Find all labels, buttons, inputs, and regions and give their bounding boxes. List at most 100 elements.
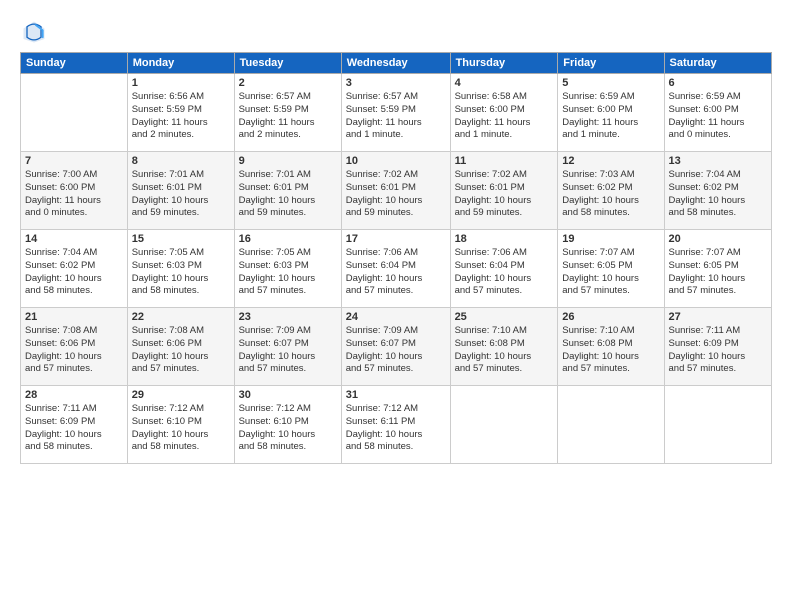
day-info: Sunrise: 7:06 AM Sunset: 6:04 PM Dayligh… bbox=[455, 247, 554, 298]
day-info: Sunrise: 7:04 AM Sunset: 6:02 PM Dayligh… bbox=[25, 247, 123, 298]
calendar-header-wednesday: Wednesday bbox=[341, 53, 450, 74]
calendar-cell: 29Sunrise: 7:12 AM Sunset: 6:10 PM Dayli… bbox=[127, 386, 234, 464]
calendar-cell: 6 Sunrise: 6:59 AM Sunset: 6:00 PM Daylig… bbox=[664, 74, 772, 152]
calendar-week-row: 21 Sunrise: 7:08 AM Sunset: 6:06 PM Dayli… bbox=[21, 308, 772, 386]
day-info: Sunrise: 7:02 AM Sunset: 6:01 PM Dayligh… bbox=[455, 169, 554, 220]
page: SundayMondayTuesdayWednesdayThursdayFrid… bbox=[0, 0, 792, 612]
calendar-cell: 10 Sunrise: 7:02 AM Sunset: 6:01 PM Dayli… bbox=[341, 152, 450, 230]
day-number: 17 bbox=[346, 233, 446, 245]
day-info: Sunrise: 7:03 AM Sunset: 6:02 PM Dayligh… bbox=[562, 169, 659, 220]
calendar-cell: 8 Sunrise: 7:01 AM Sunset: 6:01 PM Daylig… bbox=[127, 152, 234, 230]
day-number: 1 bbox=[132, 77, 230, 89]
calendar-week-row: 14 Sunrise: 7:04 AM Sunset: 6:02 PM Dayli… bbox=[21, 230, 772, 308]
day-info: Sunrise: 7:08 AM Sunset: 6:06 PM Dayligh… bbox=[132, 325, 230, 376]
day-number: 13 bbox=[669, 155, 768, 167]
calendar-cell: 24 Sunrise: 7:09 AM Sunset: 6:07 PM Dayli… bbox=[341, 308, 450, 386]
day-number: 22 bbox=[132, 311, 230, 323]
logo bbox=[20, 18, 52, 46]
day-info: Sunrise: 6:59 AM Sunset: 6:00 PM Dayligh… bbox=[562, 91, 659, 142]
day-number: 26 bbox=[562, 311, 659, 323]
day-number: 31 bbox=[346, 389, 446, 401]
calendar-cell: 26 Sunrise: 7:10 AM Sunset: 6:08 PM Dayli… bbox=[558, 308, 664, 386]
day-info: Sunrise: 6:57 AM Sunset: 5:59 PM Dayligh… bbox=[346, 91, 446, 142]
calendar-cell bbox=[450, 386, 558, 464]
day-info: Sunrise: 7:07 AM Sunset: 6:05 PM Dayligh… bbox=[669, 247, 768, 298]
day-info: Sunrise: 7:01 AM Sunset: 6:01 PM Dayligh… bbox=[132, 169, 230, 220]
calendar-cell: 25 Sunrise: 7:10 AM Sunset: 6:08 PM Dayli… bbox=[450, 308, 558, 386]
day-info: Sunrise: 6:58 AM Sunset: 6:00 PM Dayligh… bbox=[455, 91, 554, 142]
day-number: 8 bbox=[132, 155, 230, 167]
calendar-cell: 23 Sunrise: 7:09 AM Sunset: 6:07 PM Dayli… bbox=[234, 308, 341, 386]
calendar-cell: 16 Sunrise: 7:05 AM Sunset: 6:03 PM Dayli… bbox=[234, 230, 341, 308]
day-info: Sunrise: 7:05 AM Sunset: 6:03 PM Dayligh… bbox=[132, 247, 230, 298]
day-number: 29 bbox=[132, 389, 230, 401]
day-number: 14 bbox=[25, 233, 123, 245]
day-number: 28 bbox=[25, 389, 123, 401]
calendar-header-friday: Friday bbox=[558, 53, 664, 74]
calendar-cell: 1 Sunrise: 6:56 AM Sunset: 5:59 PM Daylig… bbox=[127, 74, 234, 152]
calendar-cell: 2 Sunrise: 6:57 AM Sunset: 5:59 PM Daylig… bbox=[234, 74, 341, 152]
day-number: 2 bbox=[239, 77, 337, 89]
calendar-week-row: 7 Sunrise: 7:00 AM Sunset: 6:00 PM Daylig… bbox=[21, 152, 772, 230]
day-info: Sunrise: 7:10 AM Sunset: 6:08 PM Dayligh… bbox=[562, 325, 659, 376]
day-number: 18 bbox=[455, 233, 554, 245]
day-number: 20 bbox=[669, 233, 768, 245]
calendar-cell: 7 Sunrise: 7:00 AM Sunset: 6:00 PM Daylig… bbox=[21, 152, 128, 230]
day-number: 6 bbox=[669, 77, 768, 89]
calendar-cell: 4 Sunrise: 6:58 AM Sunset: 6:00 PM Daylig… bbox=[450, 74, 558, 152]
day-number: 7 bbox=[25, 155, 123, 167]
calendar-week-row: 28Sunrise: 7:11 AM Sunset: 6:09 PM Dayli… bbox=[21, 386, 772, 464]
calendar-week-row: 1 Sunrise: 6:56 AM Sunset: 5:59 PM Daylig… bbox=[21, 74, 772, 152]
day-info: Sunrise: 7:01 AM Sunset: 6:01 PM Dayligh… bbox=[239, 169, 337, 220]
day-info: Sunrise: 6:57 AM Sunset: 5:59 PM Dayligh… bbox=[239, 91, 337, 142]
day-info: Sunrise: 7:09 AM Sunset: 6:07 PM Dayligh… bbox=[239, 325, 337, 376]
day-number: 10 bbox=[346, 155, 446, 167]
calendar-cell: 12 Sunrise: 7:03 AM Sunset: 6:02 PM Dayli… bbox=[558, 152, 664, 230]
day-info: Sunrise: 7:12 AM Sunset: 6:11 PM Dayligh… bbox=[346, 403, 446, 454]
day-number: 21 bbox=[25, 311, 123, 323]
day-info: Sunrise: 7:04 AM Sunset: 6:02 PM Dayligh… bbox=[669, 169, 768, 220]
calendar-header-row: SundayMondayTuesdayWednesdayThursdayFrid… bbox=[21, 53, 772, 74]
day-number: 9 bbox=[239, 155, 337, 167]
calendar-cell: 20 Sunrise: 7:07 AM Sunset: 6:05 PM Dayli… bbox=[664, 230, 772, 308]
day-number: 4 bbox=[455, 77, 554, 89]
calendar-cell: 9 Sunrise: 7:01 AM Sunset: 6:01 PM Daylig… bbox=[234, 152, 341, 230]
calendar-cell: 30 Sunrise: 7:12 AM Sunset: 6:10 PM Dayli… bbox=[234, 386, 341, 464]
calendar-cell: 17Sunrise: 7:06 AM Sunset: 6:04 PM Dayli… bbox=[341, 230, 450, 308]
calendar-cell: 11 Sunrise: 7:02 AM Sunset: 6:01 PM Dayli… bbox=[450, 152, 558, 230]
day-number: 16 bbox=[239, 233, 337, 245]
day-number: 12 bbox=[562, 155, 659, 167]
calendar-cell: 31 Sunrise: 7:12 AM Sunset: 6:11 PM Dayli… bbox=[341, 386, 450, 464]
day-number: 24 bbox=[346, 311, 446, 323]
calendar-cell: 3 Sunrise: 6:57 AM Sunset: 5:59 PM Daylig… bbox=[341, 74, 450, 152]
calendar-cell: 21Sunrise: 7:08 AM Sunset: 6:06 PM Dayli… bbox=[21, 308, 128, 386]
day-number: 15 bbox=[132, 233, 230, 245]
day-number: 19 bbox=[562, 233, 659, 245]
day-info: Sunrise: 7:00 AM Sunset: 6:00 PM Dayligh… bbox=[25, 169, 123, 220]
calendar-cell: 13 Sunrise: 7:04 AM Sunset: 6:02 PM Dayli… bbox=[664, 152, 772, 230]
calendar-header-sunday: Sunday bbox=[21, 53, 128, 74]
day-info: Sunrise: 7:05 AM Sunset: 6:03 PM Dayligh… bbox=[239, 247, 337, 298]
day-info: Sunrise: 7:10 AM Sunset: 6:08 PM Dayligh… bbox=[455, 325, 554, 376]
day-info: Sunrise: 7:09 AM Sunset: 6:07 PM Dayligh… bbox=[346, 325, 446, 376]
day-number: 3 bbox=[346, 77, 446, 89]
calendar-cell bbox=[664, 386, 772, 464]
day-number: 25 bbox=[455, 311, 554, 323]
header bbox=[20, 18, 772, 46]
day-number: 11 bbox=[455, 155, 554, 167]
calendar-cell: 5Sunrise: 6:59 AM Sunset: 6:00 PM Daylig… bbox=[558, 74, 664, 152]
day-info: Sunrise: 6:56 AM Sunset: 5:59 PM Dayligh… bbox=[132, 91, 230, 142]
calendar-cell: 27Sunrise: 7:11 AM Sunset: 6:09 PM Dayli… bbox=[664, 308, 772, 386]
logo-icon bbox=[20, 18, 48, 46]
calendar-header-tuesday: Tuesday bbox=[234, 53, 341, 74]
calendar-cell: 14 Sunrise: 7:04 AM Sunset: 6:02 PM Dayli… bbox=[21, 230, 128, 308]
day-info: Sunrise: 7:12 AM Sunset: 6:10 PM Dayligh… bbox=[239, 403, 337, 454]
day-info: Sunrise: 7:07 AM Sunset: 6:05 PM Dayligh… bbox=[562, 247, 659, 298]
day-number: 30 bbox=[239, 389, 337, 401]
calendar-table: SundayMondayTuesdayWednesdayThursdayFrid… bbox=[20, 52, 772, 464]
day-info: Sunrise: 6:59 AM Sunset: 6:00 PM Dayligh… bbox=[669, 91, 768, 142]
calendar-header-monday: Monday bbox=[127, 53, 234, 74]
day-number: 23 bbox=[239, 311, 337, 323]
calendar-header-thursday: Thursday bbox=[450, 53, 558, 74]
day-info: Sunrise: 7:02 AM Sunset: 6:01 PM Dayligh… bbox=[346, 169, 446, 220]
